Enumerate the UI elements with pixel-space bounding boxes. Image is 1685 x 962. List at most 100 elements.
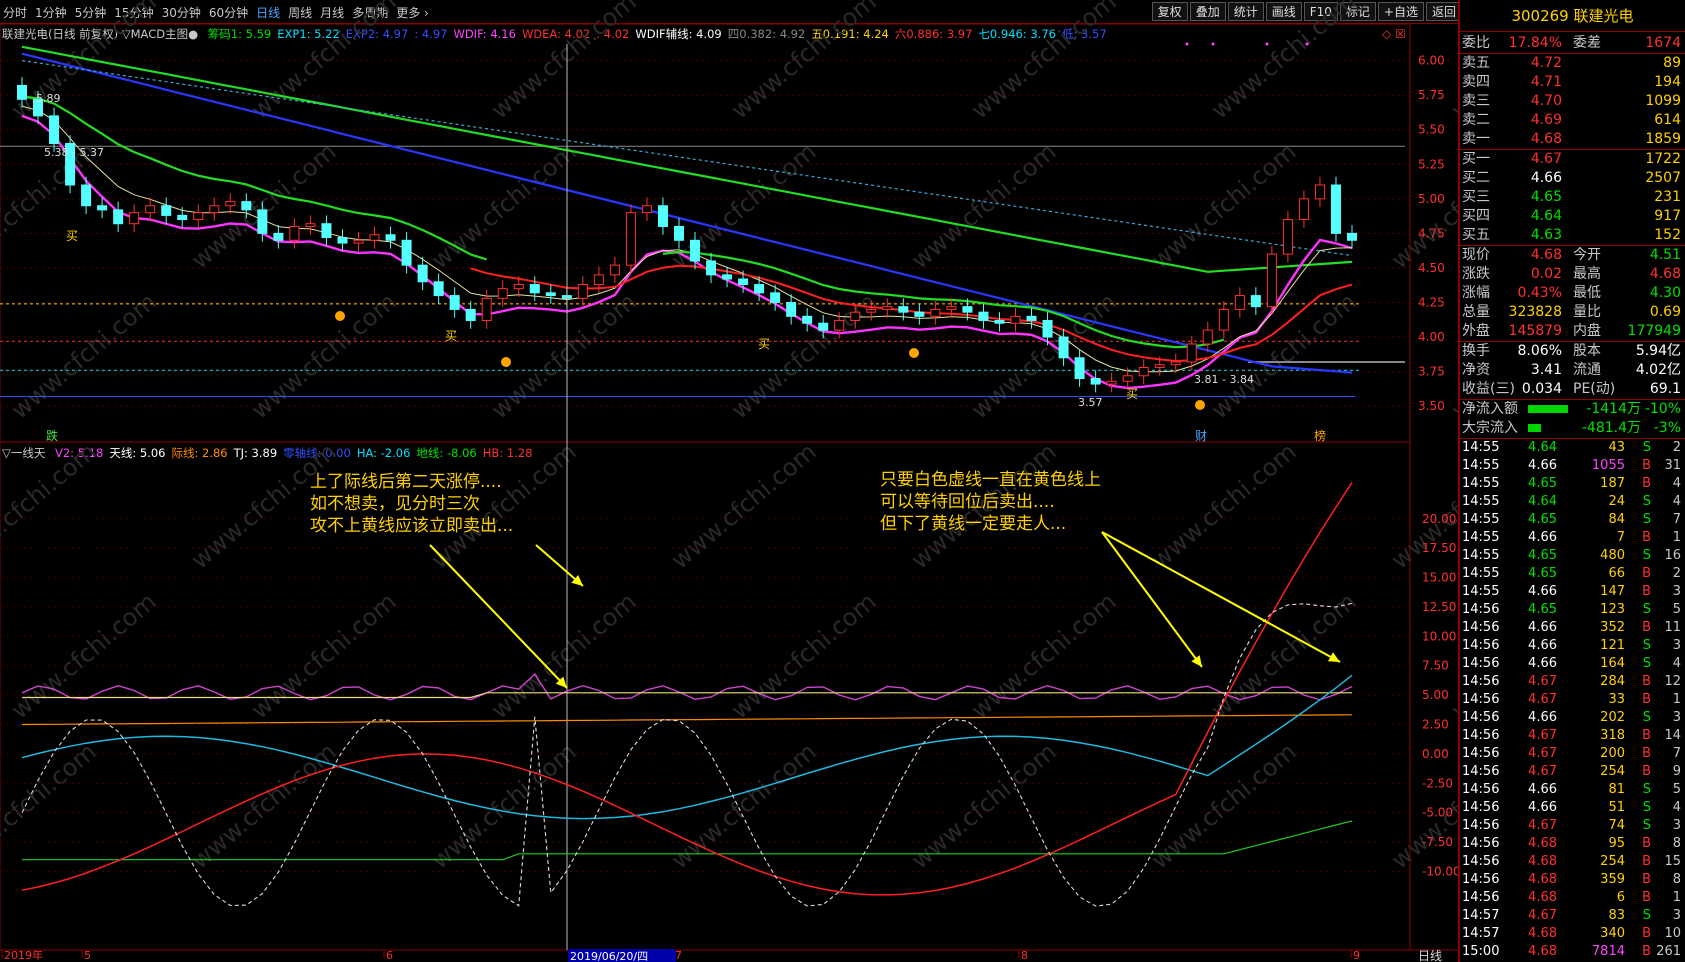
stats-label: 净资 <box>1462 362 1490 378</box>
candle-body <box>545 292 556 297</box>
stock-title[interactable]: 300269 联建光电 <box>1460 0 1685 32</box>
tick-row: 14:55 4.66 7 B 1 <box>1460 529 1685 547</box>
watermark-text: www.cfchi.com <box>1206 0 1362 125</box>
stock-code: 300269 <box>1511 7 1569 25</box>
book-label: 买二 <box>1462 170 1490 186</box>
price-tick-label: 4.50 <box>1418 261 1445 275</box>
tick-price: 4.68 <box>1528 944 1557 959</box>
flow-value: -1414万 <box>1586 401 1641 417</box>
flow-value: -481.4万 <box>1581 420 1641 436</box>
candle-body <box>898 306 909 313</box>
tick-row: 14:56 4.66 164 S 4 <box>1460 655 1685 673</box>
candle-body <box>673 225 684 241</box>
tick-count: 16 <box>1664 548 1681 563</box>
mid-price-label: 5.38 - 5.37 <box>44 146 104 159</box>
tick-direction: B <box>1642 674 1651 689</box>
tick-count: 3 <box>1672 908 1681 923</box>
tick-volume: 83 <box>1608 908 1625 923</box>
bids-row: 买四 4.64 917 <box>1460 207 1685 226</box>
weibi-row: 委比 17.84% 委差 1674 <box>1460 32 1685 54</box>
tick-volume: 121 <box>1600 638 1625 653</box>
candle-body <box>1282 219 1293 255</box>
signal-dot <box>501 357 511 367</box>
candle-body <box>209 205 220 214</box>
quote-row: 现价 4.68 今开 4.51 <box>1460 246 1685 265</box>
watermark-text: www.cfchi.com <box>186 137 342 274</box>
quote-value: 0.69 <box>1649 304 1681 320</box>
book-price: 4.72 <box>1530 55 1562 71</box>
period-label: 日线 <box>1418 949 1442 962</box>
flow-row: 净流入额 -1414万 -10% <box>1460 400 1685 419</box>
candle-body <box>802 315 813 324</box>
date-tick-label: 8 <box>1021 949 1028 962</box>
candle-body <box>946 306 957 310</box>
tick-time: 14:55 <box>1462 530 1500 545</box>
date-tick-label: 6 <box>386 949 393 962</box>
quote-value: 0.43% <box>1517 285 1562 301</box>
tick-count: 3 <box>1672 818 1681 833</box>
tick-count: 7 <box>1672 746 1681 761</box>
book-price: 4.64 <box>1530 208 1562 224</box>
tick-row: 14:56 4.67 284 B 12 <box>1460 673 1685 691</box>
tick-volume: 147 <box>1600 584 1625 599</box>
candle-body <box>497 288 508 299</box>
watermark-text: www.cfchi.com <box>0 437 102 574</box>
candle-body <box>1106 380 1117 385</box>
note-right-line: 只要白色虚线一直在黄色线上 <box>880 470 1101 490</box>
tick-time: 14:56 <box>1462 800 1500 815</box>
tick-row: 14:56 4.67 200 B 7 <box>1460 745 1685 763</box>
quote-value: 177949 <box>1627 323 1681 339</box>
watermark-text: www.cfchi.com <box>1206 587 1362 724</box>
watermark-text: www.cfchi.com <box>726 0 882 125</box>
candle-body <box>1234 295 1245 310</box>
candle-body <box>994 319 1005 324</box>
quote-row: 涨跌 0.02 最高 4.68 <box>1460 265 1685 284</box>
watermark-text: www.cfchi.com <box>966 587 1122 724</box>
tick-direction: B <box>1642 458 1651 473</box>
quote-value: 4.68 <box>1649 266 1681 282</box>
tick-row: 14:56 4.68 6 B 1 <box>1460 889 1685 907</box>
candle-body <box>1186 343 1197 363</box>
candle-body <box>1138 366 1149 377</box>
candle-body <box>1298 198 1309 221</box>
book-label: 买四 <box>1462 208 1490 224</box>
candle-body <box>1026 315 1037 321</box>
note-left-line: 攻不上黄线应该立即卖出... <box>310 516 513 536</box>
flow-pct: -3% <box>1653 420 1681 436</box>
buy-signal-label: 买 <box>1126 387 1138 401</box>
tick-row: 14:56 4.65 123 S 5 <box>1460 601 1685 619</box>
tick-count: 7 <box>1672 512 1681 527</box>
ha-line <box>21 674 1353 820</box>
candle-body <box>273 232 284 241</box>
book-label: 卖四 <box>1462 74 1490 90</box>
watermark-text: www.cfchi.com <box>906 137 1062 274</box>
tick-direction: S <box>1642 908 1651 923</box>
tick-time: 14:56 <box>1462 710 1500 725</box>
candle-body <box>145 205 156 214</box>
quote-label: 今开 <box>1573 247 1601 263</box>
tick-time: 14:56 <box>1462 656 1500 671</box>
tick-price: 4.67 <box>1528 674 1557 689</box>
buy-signal-label: 买 <box>445 329 457 343</box>
tick-row: 14:55 4.64 43 S 2 <box>1460 439 1685 457</box>
tick-count: 4 <box>1672 800 1681 815</box>
price-tick-label: 5.25 <box>1418 157 1445 171</box>
flow-row: 大宗流入 -481.4万 -3% <box>1460 419 1685 438</box>
tick-list[interactable]: 14:55 4.64 43 S 2 14:55 4.66 1055 B 31 14:55 4.65 18… <box>1460 439 1685 961</box>
kline-chart[interactable]: www.cfchi.com www.cfchi.com www.cfchi.com w… <box>0 0 1458 962</box>
tick-price: 4.66 <box>1528 620 1557 635</box>
tick-time: 14:55 <box>1462 476 1500 491</box>
watermark-text: www.cfchi.com <box>726 287 882 424</box>
signal-dot <box>335 311 345 321</box>
tick-direction: B <box>1642 692 1651 707</box>
signal-dot <box>909 348 919 358</box>
candle-body <box>161 205 172 216</box>
tick-direction: B <box>1642 476 1651 491</box>
candle-body <box>1314 184 1325 200</box>
bids-row: 买二 4.66 2507 <box>1460 169 1685 188</box>
tick-direction: S <box>1642 710 1651 725</box>
asks-row: 卖二 4.69 614 <box>1460 111 1685 130</box>
book-volume: 89 <box>1663 55 1681 71</box>
tick-volume: 84 <box>1608 512 1625 527</box>
tick-direction: S <box>1642 548 1651 563</box>
